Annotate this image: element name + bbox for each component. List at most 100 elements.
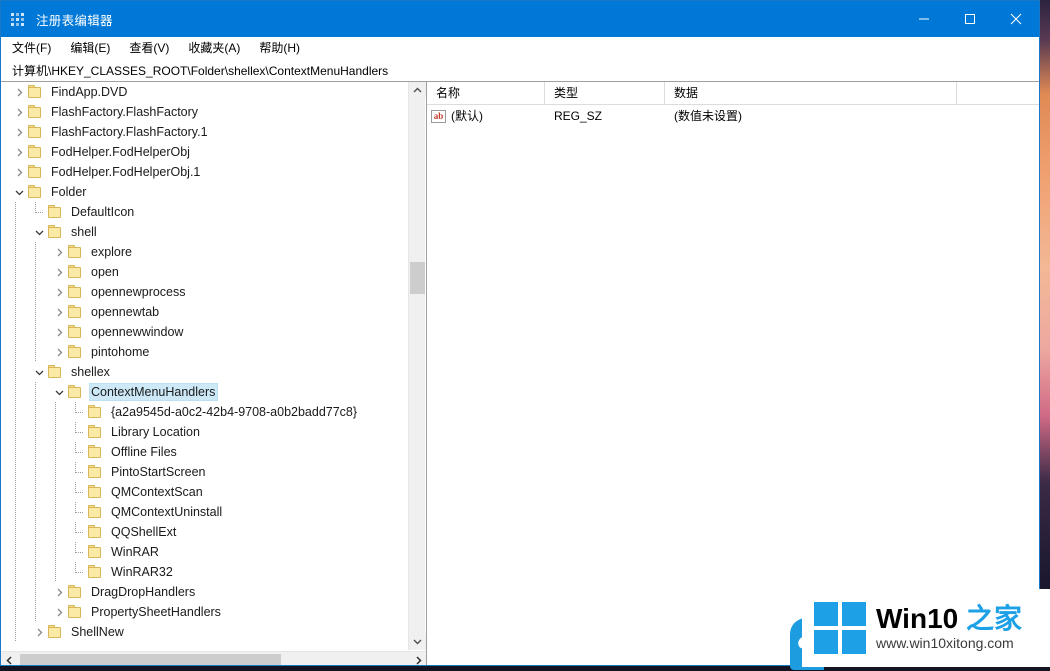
column-header-type[interactable]: 类型 (545, 82, 665, 104)
chevron-right-icon[interactable] (11, 82, 27, 102)
window-title: 注册表编辑器 (36, 13, 113, 28)
tree-guide-line (15, 582, 16, 602)
tree-item[interactable]: opennewwindow (1, 322, 406, 342)
folder-icon (67, 385, 83, 399)
tree-guide-line (15, 322, 16, 342)
tree-item[interactable]: PintoStartScreen (1, 462, 406, 482)
folder-icon (47, 365, 63, 379)
chevron-down-icon[interactable] (11, 182, 27, 202)
scroll-left-button[interactable] (1, 652, 18, 665)
tree-vertical-scrollbar[interactable] (408, 82, 426, 650)
tree-item[interactable]: DragDropHandlers (1, 582, 406, 602)
tree-item[interactable]: opennewprocess (1, 282, 406, 302)
tree-item[interactable]: FlashFactory.FlashFactory.1 (1, 122, 406, 142)
folder-icon (67, 245, 83, 259)
watermark-text: Win10 之家 www.win10xitong.com (876, 604, 1022, 652)
tree-item[interactable]: FindApp.DVD (1, 82, 406, 102)
tree-item[interactable]: FodHelper.FodHelperObj.1 (1, 162, 406, 182)
chevron-right-icon[interactable] (51, 282, 67, 302)
tree-item[interactable]: explore (1, 242, 406, 262)
chevron-right-icon[interactable] (11, 122, 27, 142)
site-watermark: Win10 之家 www.win10xitong.com (802, 589, 1050, 667)
tree-item-label: FodHelper.FodHelperObj (51, 145, 190, 159)
tree-item[interactable]: DefaultIcon (1, 202, 406, 222)
column-header-data[interactable]: 数据 (665, 82, 957, 104)
scroll-down-button[interactable] (409, 633, 426, 650)
chevron-right-icon[interactable] (51, 242, 67, 262)
tree-item[interactable]: FodHelper.FodHelperObj (1, 142, 406, 162)
chevron-right-icon[interactable] (51, 602, 67, 622)
tree-item[interactable]: shellex (1, 362, 406, 382)
window-controls (901, 1, 1039, 37)
tree-item-label: opennewtab (91, 305, 160, 319)
menu-item-edit[interactable]: 编辑(E) (70, 37, 110, 59)
tree-guide-line (35, 562, 36, 582)
address-bar[interactable]: 计算机\HKEY_CLASSES_ROOT\Folder\shellex\Con… (1, 60, 1039, 82)
chevron-right-icon[interactable] (51, 342, 67, 362)
value-name-cell[interactable]: ab (默认) (427, 105, 545, 127)
folder-icon (87, 465, 103, 479)
watermark-url: www.win10xitong.com (876, 635, 1014, 651)
chevron-down-icon[interactable] (31, 222, 47, 242)
chevron-right-icon[interactable] (31, 622, 47, 642)
scroll-up-button[interactable] (409, 82, 426, 99)
tree-item[interactable]: {a2a9545d-a0c2-42b4-9708-a0b2badd77c8} (1, 402, 406, 422)
tree-item-label: PropertySheetHandlers (91, 605, 221, 619)
tree-item-selected[interactable]: ContextMenuHandlers (1, 382, 406, 402)
column-header-name[interactable]: 名称 (427, 82, 545, 104)
tree-item-label: PintoStartScreen (111, 465, 206, 479)
tree-guide-line (15, 502, 16, 522)
tree-item[interactable]: shell (1, 222, 406, 242)
tree-elbow-arm (76, 452, 83, 453)
tree-horizontal-scrollbar[interactable] (1, 651, 426, 665)
tree-item-label: DragDropHandlers (91, 585, 196, 599)
tree-item[interactable]: PropertySheetHandlers (1, 602, 406, 622)
title-bar[interactable]: 注册表编辑器 (1, 1, 1039, 37)
tree-item[interactable]: Folder (1, 182, 406, 202)
tree-item[interactable]: WinRAR32 (1, 562, 406, 582)
tree-item[interactable]: open (1, 262, 406, 282)
menu-bar: 文件(F) 编辑(E) 查看(V) 收藏夹(A) 帮助(H) (1, 37, 1039, 60)
tree-item[interactable]: QMContextScan (1, 482, 406, 502)
folder-icon (87, 485, 103, 499)
folder-icon (87, 545, 103, 559)
chevron-right-icon[interactable] (11, 102, 27, 122)
chevron-right-icon[interactable] (11, 142, 27, 162)
tree-item[interactable]: Library Location (1, 422, 406, 442)
tree-viewport[interactable]: FindApp.DVD FlashFactory.FlashFactory Flas… (1, 82, 406, 650)
chevron-right-icon[interactable] (51, 582, 67, 602)
tree-item[interactable]: opennewtab (1, 302, 406, 322)
chevron-right-icon[interactable] (51, 302, 67, 322)
tree-item[interactable]: WinRAR (1, 542, 406, 562)
tree-item[interactable]: FlashFactory.FlashFactory (1, 102, 406, 122)
scroll-right-button[interactable] (410, 652, 426, 665)
tree-elbow-arm (76, 432, 83, 433)
value-name-text: (默认) (451, 109, 483, 123)
registry-values-pane: 名称 类型 数据 ab (默认) REG_SZ (数值未设置) (427, 82, 1039, 665)
menu-item-view[interactable]: 查看(V) (129, 37, 169, 59)
tree-item[interactable]: Offline Files (1, 442, 406, 462)
tree-item[interactable]: ShellNew (1, 622, 406, 642)
menu-item-favorites[interactable]: 收藏夹(A) (188, 37, 240, 59)
tree-item[interactable]: QQShellExt (1, 522, 406, 542)
chevron-right-icon[interactable] (51, 322, 67, 342)
tree-vertical-scroll-thumb[interactable] (410, 262, 425, 294)
maximize-button[interactable] (947, 1, 993, 37)
tree-item-label: Offline Files (111, 445, 177, 459)
chevron-right-icon[interactable] (11, 162, 27, 182)
close-button[interactable] (993, 1, 1039, 37)
tree-guide-line (15, 222, 16, 242)
menu-item-file[interactable]: 文件(F) (12, 37, 51, 59)
tree-item[interactable]: pintohome (1, 342, 406, 362)
tree-item[interactable]: QMContextUninstall (1, 502, 406, 522)
chevron-right-icon[interactable] (51, 262, 67, 282)
tree-item-label: FodHelper.FodHelperObj.1 (51, 165, 201, 179)
value-row[interactable]: ab (默认) REG_SZ (数值未设置) (427, 105, 1039, 127)
chevron-down-icon[interactable] (51, 382, 67, 402)
registry-editor-window: 注册表编辑器 文件(F) 编辑(E) 查看(V) 收藏夹(A) 帮助(H) 计算… (0, 0, 1040, 666)
menu-item-help[interactable]: 帮助(H) (259, 37, 300, 59)
tree-guide-line (35, 282, 36, 302)
minimize-button[interactable] (901, 1, 947, 37)
tree-horizontal-scroll-thumb[interactable] (20, 654, 281, 665)
chevron-down-icon[interactable] (31, 362, 47, 382)
